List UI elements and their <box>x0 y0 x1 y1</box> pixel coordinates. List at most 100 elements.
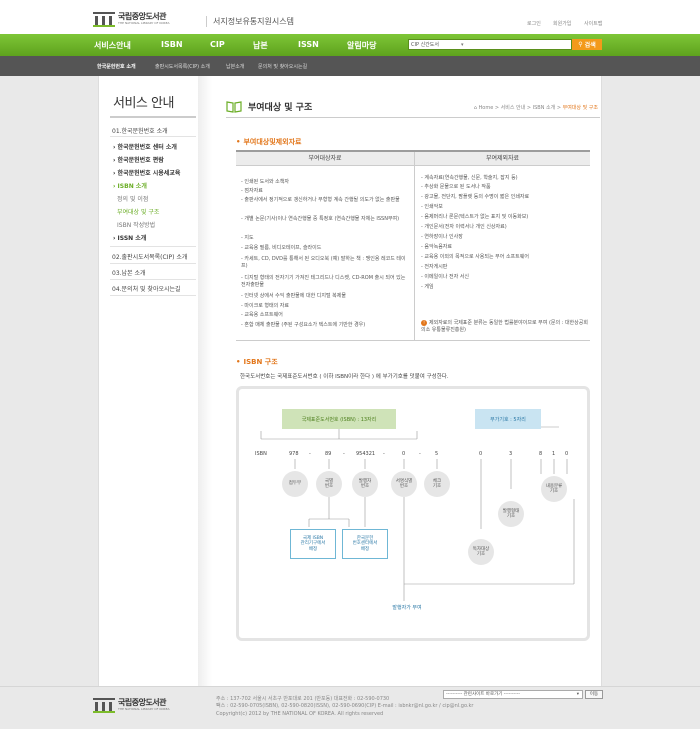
logo-subtitle: THE NATIONAL LIBRARY OF KOREA <box>118 21 170 25</box>
search-button[interactable]: ⚲ 검색 <box>572 39 602 50</box>
target-item: 인쇄된 도서와 소책자 <box>241 179 409 186</box>
isbn-country: 89 <box>325 451 332 457</box>
go-button[interactable]: 이동 <box>585 690 603 699</box>
excluded-item: 연하장이나 인사장 <box>421 234 587 241</box>
table-header-target: 부여대상자료 <box>236 152 414 166</box>
notice-text: 제외자료의 국제표준 분류는 동일한 법률분야이므로 부여 (문의 : 대한상공… <box>421 320 588 333</box>
publisher-circle: 발행자 번호 <box>352 471 378 497</box>
lnb-item-04[interactable]: 04.문의처 및 찾아오시는길 <box>112 284 181 293</box>
gnb-isbn[interactable]: ISBN <box>161 40 183 49</box>
library-logo-icon <box>93 12 115 27</box>
search-button-label: 검색 <box>584 42 596 49</box>
footer-copyright: Copyright(c) 2012 by THE NATIONAL OF KOR… <box>216 710 384 717</box>
publisher-assign-note: 발행자가 부여 <box>392 604 422 611</box>
title-circle: 서명식별 번호 <box>391 471 417 497</box>
search-input[interactable]: CIP 신간도서 <box>408 39 572 50</box>
gnb-service[interactable]: 서비스안내 <box>94 40 131 51</box>
subnav-contact[interactable]: 문의처 및 찾아오시는길 <box>258 63 307 70</box>
add-form: 3 <box>509 451 513 457</box>
target-item: 카세트, CD, DVD를 통해서 된 오디오북 (예) 말하는 책 : 맹인용… <box>241 256 409 269</box>
main-navigation: 서비스안내 ISBN CIP 납본 ISSN 알림마당 CIP 신간도서 ⚲ 검… <box>0 34 700 56</box>
subnav-cip[interactable]: 출판시도서목록(CIP) 소개 <box>155 63 210 70</box>
lnb-item-isbn[interactable]: › ISBN 소개 <box>113 181 147 190</box>
table-header-excluded: 부여제외자료 <box>415 152 590 166</box>
content-circle: 내용분류 기호 <box>541 476 567 502</box>
subnav-kor-number[interactable]: 한국문헌번호 소개 <box>97 63 136 70</box>
lnb-sub-method[interactable]: ISBN 작성방법 <box>117 220 155 229</box>
isbn-prefix: 978 <box>289 451 299 457</box>
info-icon: ! <box>421 320 427 326</box>
page-title-text: 부여대상 및 구조 <box>248 103 313 113</box>
breadcrumb-home[interactable]: Home <box>479 105 494 111</box>
footer-contact-line: 팩스 : 02-590-0705(ISBN), 02-590-0820(ISSN… <box>216 703 474 710</box>
intl-agency-note: 국제 ISBN 관리기구에서 배정 <box>290 529 336 559</box>
footer-address: 주소 : 137-702 서울시 서초구 반포대로 201 (반포동) 대표전화… <box>216 696 473 718</box>
excluded-item: 전자게시판 <box>421 264 587 271</box>
breadcrumb-isbn[interactable]: ISBN 소개 <box>533 105 556 111</box>
signup-link[interactable]: 회원가입 <box>553 20 571 27</box>
country-circle: 국별 번호 <box>316 471 342 497</box>
target-item: 교육용 필름, 비디오테이프, 슬라이드 <box>241 245 409 252</box>
excluded-item: 게임 <box>421 284 587 291</box>
lnb-item-manual[interactable]: › 한국문헌번호 편람 <box>113 155 164 164</box>
login-link[interactable]: 로그인 <box>527 20 541 27</box>
logo-title: 국립중앙도서관 <box>118 12 167 21</box>
excluded-item: 교육용 이외의 목적으로 사용되는 부어 소프트웨어 <box>421 254 587 261</box>
target-item: 마이크로 형태의 자료 <box>241 303 409 310</box>
excluded-item: 음악녹음자료 <box>421 244 587 251</box>
library-logo-icon <box>93 698 115 713</box>
subnav-deposit[interactable]: 납본소개 <box>226 63 244 70</box>
related-sites-select[interactable]: ---------- 관련사이트 바로가기 ---------- <box>443 690 583 699</box>
target-item: 혼합 매체 출판물 (주된 구성요소가 텍스트에 기반한 경우) <box>241 322 409 329</box>
excluded-item: 개인문서(전자 이력서나 개인 신상자료) <box>421 224 587 231</box>
sub-navigation: 한국문헌번호 소개 출판시도서목록(CIP) 소개 납본소개 문의처 및 찾아오… <box>0 56 700 76</box>
gnb-cip[interactable]: CIP <box>210 40 225 49</box>
lnb-title: 서비스 안내 <box>113 96 174 111</box>
footer-logo-subtitle: THE NATIONAL LIBRARY OF KOREA <box>118 707 170 711</box>
lnb-item-issn[interactable]: › ISSN 소개 <box>113 233 146 242</box>
search-icon: ⚲ <box>578 41 583 48</box>
lnb-item-03[interactable]: 03.납본 소개 <box>112 268 146 277</box>
isbn-publisher: 954321 <box>356 451 376 457</box>
excluded-item: 인쇄악보 <box>421 204 587 211</box>
add-content-1: 8 <box>539 451 543 457</box>
sitemap-link[interactable]: 사이트맵 <box>584 20 602 27</box>
lnb-item-education[interactable]: › 한국문헌번호 시용세교육 <box>113 168 180 177</box>
isbn-structure-diagram: 국제표준도서번호 (ISBN) : 13자리 부가기호 : 5자리 ISBN 9… <box>236 386 590 641</box>
lnb-item-02[interactable]: 02.출판시도서목록(CIP) 소개 <box>112 252 187 261</box>
search-category-select[interactable]: CIP 신간도서 <box>411 41 464 48</box>
target-item: 교육용 소프트웨어 <box>241 312 409 319</box>
prefix-circle: 접두부 <box>282 471 308 497</box>
footer-logo-title: 국립중앙도서관 <box>118 698 167 707</box>
add-reader: 0 <box>479 451 483 457</box>
target-item: 지도 <box>241 235 409 242</box>
gnb-notice[interactable]: 알림마당 <box>347 40 376 51</box>
lnb-item-01[interactable]: 01.한국문헌번호 소개 <box>112 126 168 135</box>
gnb-issn[interactable]: ISSN <box>298 40 319 49</box>
korea-center-note: 한국문헌 번호센터에서 배정 <box>342 529 388 559</box>
lnb-sub-definition[interactable]: 정의 및 이점 <box>117 194 148 203</box>
header-logo[interactable]: 국립중앙도서관 THE NATIONAL LIBRARY OF KOREA <box>93 11 193 27</box>
excluded-item: 추상화 문물으로 된 도서나 작품 <box>421 184 587 191</box>
section-title-structure: ISBN 구조 <box>236 357 277 367</box>
lnb-item-center[interactable]: › 한국문헌번호 센터 소개 <box>113 142 177 151</box>
gnb-deposit[interactable]: 납본 <box>253 40 268 51</box>
target-item: 점자자료 <box>241 188 409 195</box>
page-title: 부여대상 및 구조 <box>226 100 312 113</box>
book-icon <box>226 100 242 113</box>
add-content-2: 1 <box>552 451 556 457</box>
lnb-sub-structure[interactable]: 부여대상 및 구조 <box>117 207 159 216</box>
exclusion-notice: ! 제외자료의 국제표준 분류는 동일한 법률분야이므로 부여 (문의 : 대한상… <box>421 320 589 334</box>
isbn-check: 5 <box>435 451 439 457</box>
add-code-box: 부가기호 : 5자리 <box>475 409 541 429</box>
home-icon: ⌂ <box>473 105 477 111</box>
target-item: 디지털 형태의 전자기기 가져진 테그리드나 디스켓, CD-ROM 출시 되어… <box>241 275 409 288</box>
excluded-item: 계속자료(연속간행물, 신문, 학술지, 잡지 등) <box>421 175 587 182</box>
breadcrumb-current: 부여대상 및 구조 <box>562 105 598 111</box>
reader-circle: 독자대상 기호 <box>468 539 494 565</box>
breadcrumb-service[interactable]: 서비스 안내 <box>501 105 526 111</box>
target-item: 개별 논문(기사)이나 연속간행물 중 특정호 (연속간행물 자체는 ISSN부… <box>241 216 409 223</box>
header: 국립중앙도서관 THE NATIONAL LIBRARY OF KOREA 서지… <box>0 0 700 34</box>
site-title: 서지정보유통지원시스템 <box>206 16 294 27</box>
isbn-13-box: 국제표준도서번호 (ISBN) : 13자리 <box>282 409 396 429</box>
